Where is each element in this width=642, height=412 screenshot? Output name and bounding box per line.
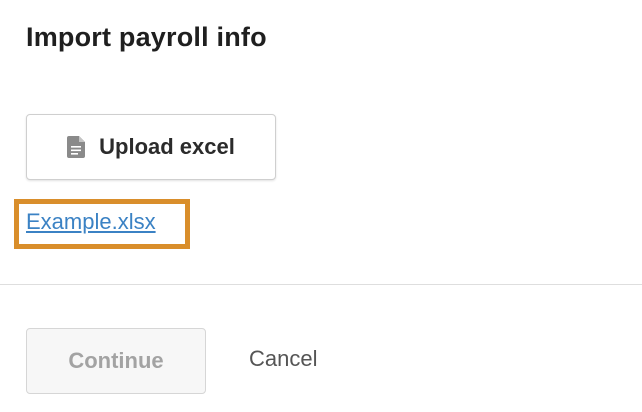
import-payroll-dialog: Import payroll info Upload excel Example… bbox=[0, 0, 642, 412]
cancel-button[interactable]: Cancel bbox=[249, 346, 317, 372]
dialog-title: Import payroll info bbox=[26, 22, 267, 52]
upload-excel-label: Upload excel bbox=[99, 134, 235, 159]
document-icon bbox=[67, 136, 86, 158]
footer-divider bbox=[0, 284, 642, 285]
example-file-link[interactable]: Example.xlsx bbox=[26, 209, 156, 235]
upload-excel-button[interactable]: Upload excel bbox=[26, 114, 276, 180]
continue-button[interactable]: Continue bbox=[26, 328, 206, 394]
